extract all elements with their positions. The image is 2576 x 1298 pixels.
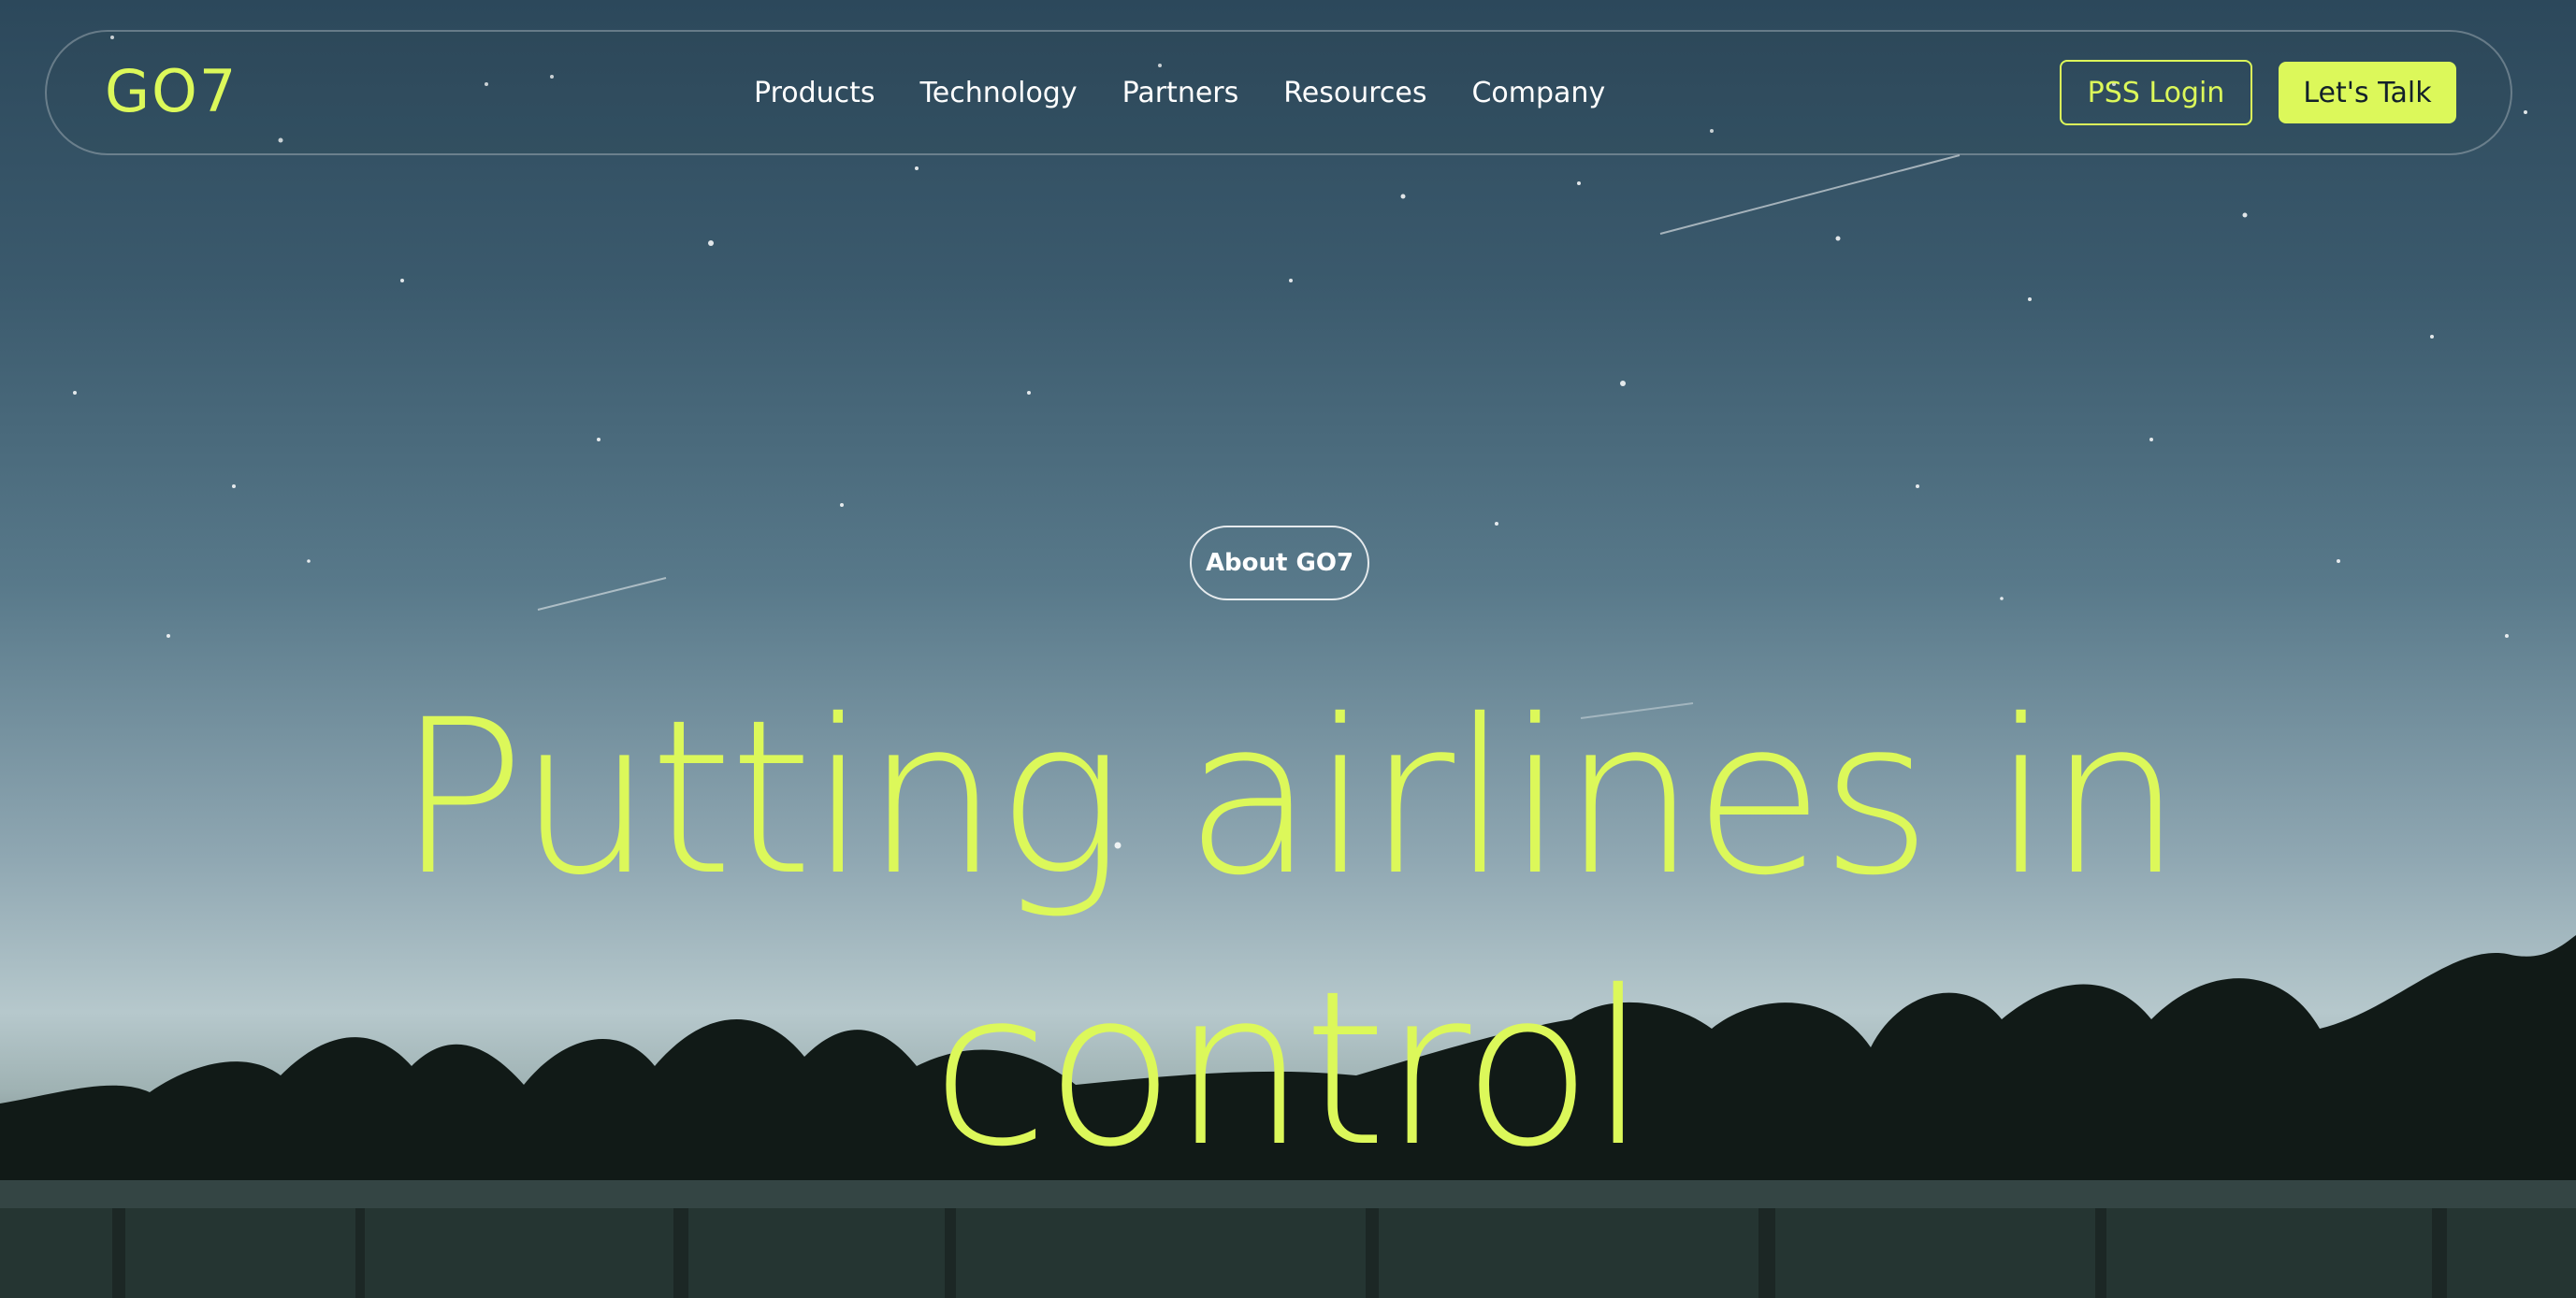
hero-headline: Putting airlines in control <box>0 662 2576 1204</box>
nav-item-resources[interactable]: Resources <box>1283 67 1426 120</box>
go7-logo[interactable]: GO7 <box>105 62 238 122</box>
nav-item-products[interactable]: Products <box>754 67 876 120</box>
lets-talk-button[interactable]: Let's Talk <box>2279 62 2456 123</box>
nav-item-partners[interactable]: Partners <box>1122 67 1239 120</box>
hero-headline-line-2: control <box>931 945 1648 1193</box>
about-go7-pill-button[interactable]: About GO7 <box>1190 526 1369 600</box>
hero-headline-line-1: Putting airlines in <box>397 673 2182 922</box>
meteor-trail <box>537 577 667 611</box>
meteor-trail <box>1659 154 1961 235</box>
top-navigation-bar: GO7 Products Technology Partners Resourc… <box>45 30 2512 155</box>
nav-item-technology[interactable]: Technology <box>920 67 1078 120</box>
nav-item-company[interactable]: Company <box>1471 67 1605 120</box>
primary-nav-links: Products Technology Partners Resources C… <box>754 67 1605 120</box>
pss-login-button[interactable]: PSS Login <box>2060 60 2252 125</box>
